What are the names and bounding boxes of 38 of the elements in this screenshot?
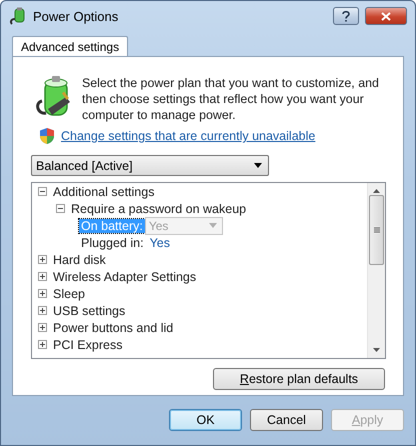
collapse-icon[interactable] bbox=[56, 204, 65, 213]
tree-item[interactable]: USB settings bbox=[53, 304, 126, 318]
window-title: Power Options bbox=[33, 8, 120, 24]
scrollbar[interactable] bbox=[367, 183, 385, 358]
expand-icon[interactable] bbox=[38, 272, 47, 281]
tree-item[interactable]: Wireless Adapter Settings bbox=[53, 270, 196, 284]
battery-plug-icon bbox=[9, 7, 27, 25]
tree-item[interactable]: Require a password on wakeup bbox=[71, 202, 246, 216]
shield-icon bbox=[39, 127, 55, 145]
change-settings-link[interactable]: Change settings that are currently unavailable bbox=[61, 129, 316, 143]
scroll-up-icon[interactable] bbox=[373, 189, 380, 193]
setting-label[interactable]: Plugged in: bbox=[79, 236, 146, 250]
collapse-icon[interactable] bbox=[38, 187, 47, 196]
help-button[interactable] bbox=[333, 7, 359, 25]
setting-value[interactable]: Yes bbox=[150, 236, 170, 250]
tree-item[interactable]: Power buttons and lid bbox=[53, 320, 174, 334]
expand-icon[interactable] bbox=[38, 255, 47, 264]
intro-text: Select the power plan that you want to customize, and then choose settings that reflect how you want your computer to manage power. bbox=[82, 75, 380, 123]
restore-defaults-button[interactable]: Restore plan defaults bbox=[213, 368, 385, 390]
grip-icon bbox=[374, 227, 380, 233]
tree-item[interactable]: Additional settings bbox=[53, 184, 154, 198]
help-icon bbox=[342, 10, 350, 22]
close-button[interactable] bbox=[365, 7, 407, 25]
dialog-button[interactable]: OK bbox=[169, 409, 242, 431]
close-icon bbox=[381, 12, 391, 20]
dialog-button[interactable]: Cancel bbox=[250, 409, 323, 431]
expand-icon[interactable] bbox=[38, 323, 47, 332]
tree-item[interactable]: Hard disk bbox=[53, 252, 106, 266]
tree-item[interactable]: PCI Express bbox=[53, 338, 122, 352]
tab[interactable]: Advanced settings bbox=[12, 36, 128, 56]
plan-dropdown[interactable]: Balanced [Active] bbox=[31, 155, 269, 176]
tree-item[interactable]: Sleep bbox=[53, 286, 85, 300]
expand-icon[interactable] bbox=[38, 340, 47, 349]
caret-icon bbox=[208, 223, 217, 228]
expand-icon[interactable] bbox=[38, 306, 47, 315]
scroll-down-icon[interactable] bbox=[373, 348, 380, 352]
caret-icon bbox=[254, 163, 262, 168]
expand-icon[interactable] bbox=[38, 289, 47, 298]
